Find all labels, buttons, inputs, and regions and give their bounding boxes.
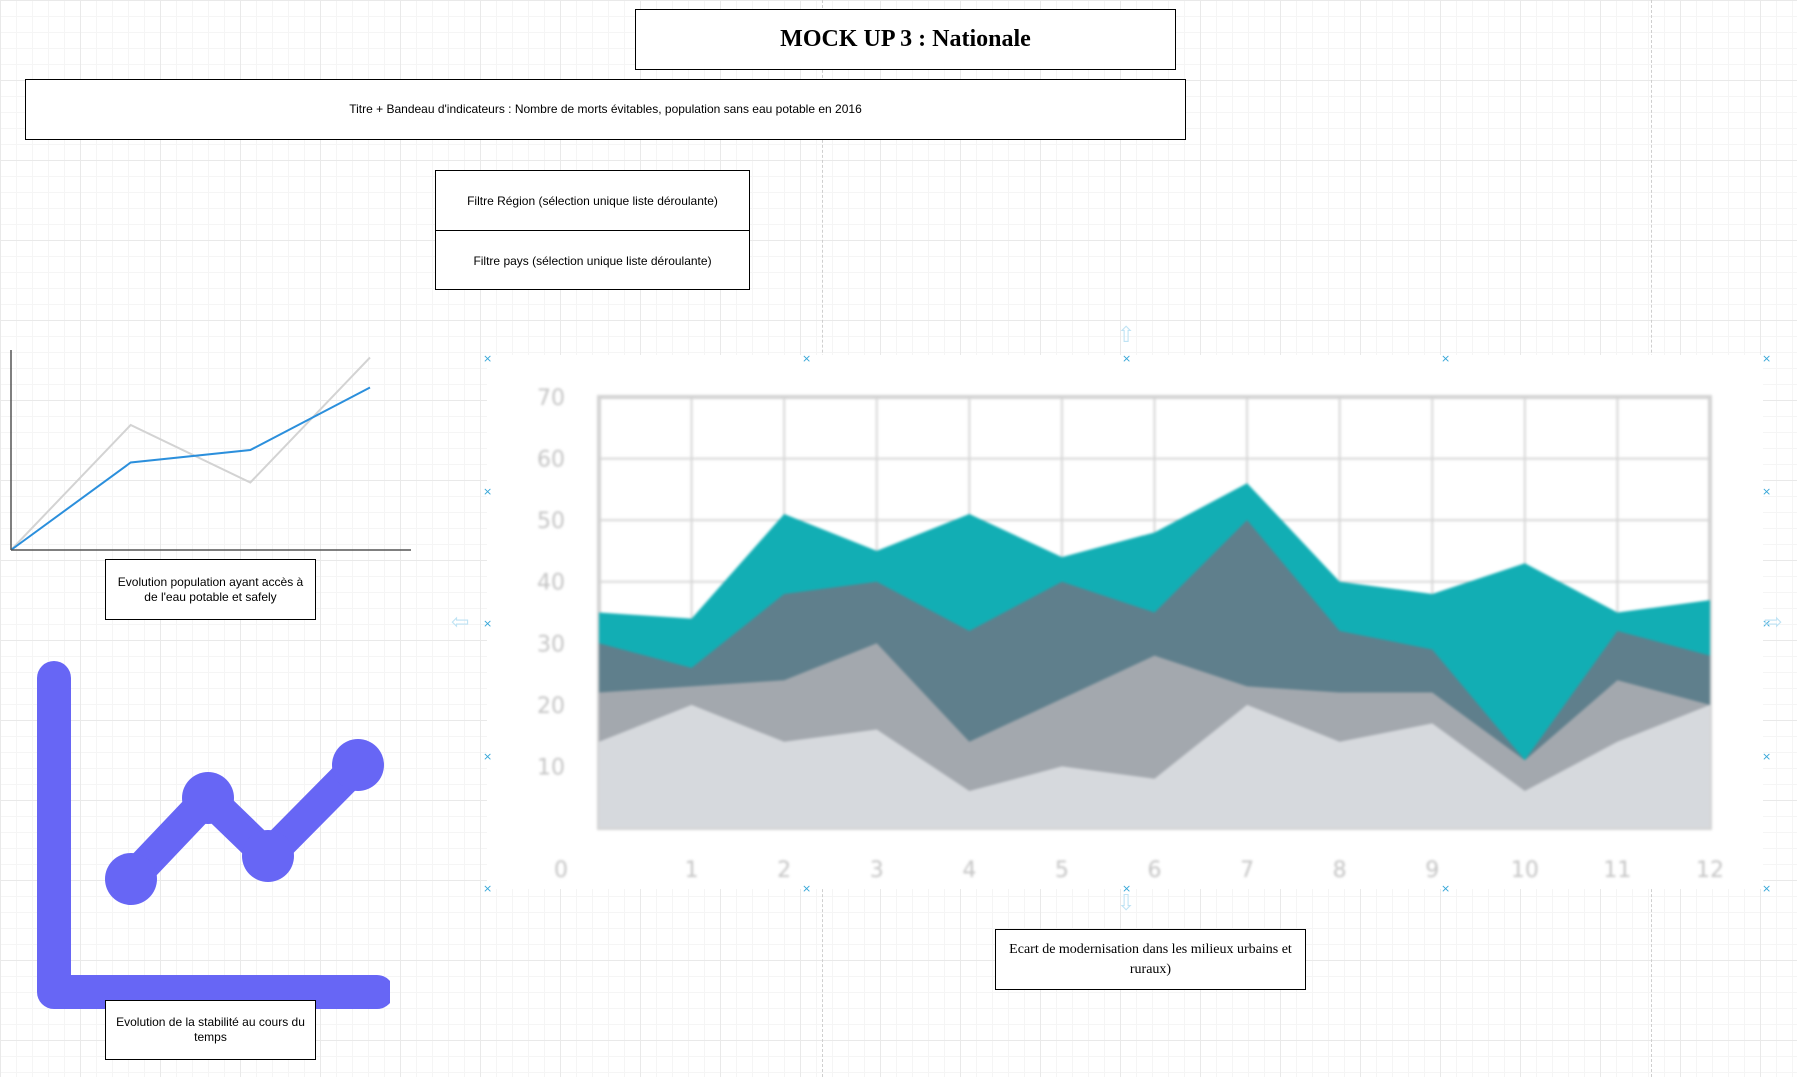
modernization-area-chart: 10 20 30 40 50 60 70 0 1 2 3 4 5 6 7 8 9 10 11 12 xyxy=(487,355,1763,889)
x-tick-label: 3 xyxy=(870,858,884,883)
resize-handle[interactable]: × xyxy=(483,618,492,629)
y-tick-label: 60 xyxy=(537,448,565,473)
trend-line-chart-icon xyxy=(37,661,390,1009)
region-filter-dropdown[interactable]: Filtre Région (sélection unique liste dé… xyxy=(436,171,749,230)
y-tick-label: 10 xyxy=(537,755,565,780)
x-tick-label: 8 xyxy=(1333,858,1347,883)
line-series xyxy=(10,356,371,551)
indicator-banner: Titre + Bandeau d'indicateurs : Nombre d… xyxy=(25,79,1186,140)
page-title: MOCK UP 3 : Nationale xyxy=(635,9,1176,70)
resize-handle[interactable]: × xyxy=(1762,486,1771,497)
filter-panel: Filtre Région (sélection unique liste dé… xyxy=(435,170,750,290)
y-tick-label: 40 xyxy=(537,571,565,596)
x-tick-label: 7 xyxy=(1240,858,1254,883)
resize-arrow-left-icon[interactable]: ⇦ xyxy=(451,612,469,634)
x-tick-label: 11 xyxy=(1603,858,1631,883)
resize-handle[interactable]: × xyxy=(1441,353,1450,364)
x-tick-label: 10 xyxy=(1511,858,1539,883)
resize-handle[interactable]: × xyxy=(1441,883,1450,894)
x-tick-label: 12 xyxy=(1696,858,1724,883)
resize-handle[interactable]: × xyxy=(483,883,492,894)
resize-handle[interactable]: × xyxy=(802,883,811,894)
x-tick-label: 9 xyxy=(1425,858,1439,883)
country-filter-dropdown[interactable]: Filtre pays (sélection unique liste déro… xyxy=(436,230,749,290)
x-tick-label: 5 xyxy=(1055,858,1069,883)
x-tick-label: 4 xyxy=(962,858,976,883)
modernization-chart-caption: Ecart de modernisation dans les milieux … xyxy=(995,929,1306,990)
x-tick-label: 6 xyxy=(1148,858,1162,883)
x-tick-label: 0 xyxy=(554,858,568,883)
x-tick-label: 1 xyxy=(685,858,699,883)
resize-handle[interactable]: × xyxy=(1122,353,1131,364)
x-tick-label: 2 xyxy=(777,858,791,883)
resize-handle[interactable]: × xyxy=(802,353,811,364)
resize-handle[interactable]: × xyxy=(1762,883,1771,894)
y-tick-label: 20 xyxy=(537,694,565,719)
y-tick-label: 50 xyxy=(537,509,565,534)
resize-handle[interactable]: × xyxy=(1762,751,1771,762)
y-tick-label: 30 xyxy=(537,632,565,657)
y-tick-label: 70 xyxy=(537,386,565,411)
water-access-line-chart xyxy=(10,350,411,551)
resize-arrow-right-icon[interactable]: ⇨ xyxy=(1764,612,1782,634)
water-access-chart-caption: Evolution population ayant accès à de l'… xyxy=(105,559,316,620)
resize-handle[interactable]: × xyxy=(1762,353,1771,364)
resize-arrow-up-icon[interactable]: ⇧ xyxy=(1117,325,1135,347)
line-series xyxy=(10,386,371,551)
resize-arrow-down-icon[interactable]: ⇩ xyxy=(1117,893,1135,915)
resize-handle[interactable]: × xyxy=(483,353,492,364)
resize-handle[interactable]: × xyxy=(483,751,492,762)
stability-chart-caption: Evolution de la stabilité au cours du te… xyxy=(105,1000,316,1060)
resize-handle[interactable]: × xyxy=(483,486,492,497)
